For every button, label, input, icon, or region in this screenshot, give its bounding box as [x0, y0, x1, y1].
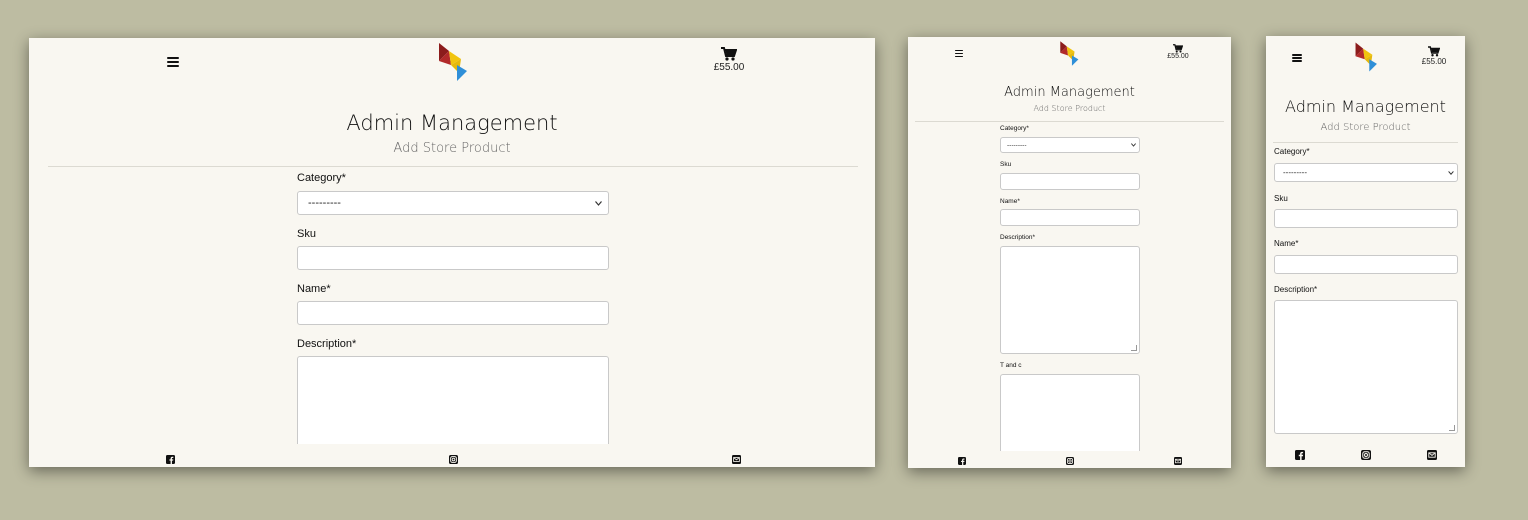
facebook-icon: [165, 454, 175, 464]
name-input[interactable]: [297, 301, 609, 325]
cart-total: £55.00: [1421, 57, 1447, 66]
chevron-down-icon: [1131, 143, 1136, 147]
menu-toggle-button[interactable]: [1292, 54, 1302, 62]
cart-total: £55.00: [1167, 53, 1189, 60]
cart-link[interactable]: £55.00: [1418, 46, 1450, 66]
shopping-cart-icon: [721, 47, 737, 61]
facebook-link[interactable]: [165, 454, 175, 464]
category-select[interactable]: ---------: [1000, 137, 1140, 153]
instagram-link[interactable]: [448, 454, 458, 464]
instagram-icon: [1065, 456, 1074, 465]
instagram-icon: [448, 454, 458, 464]
mobile-view: £55.00 Admin Management Add Store Produc…: [1266, 36, 1465, 467]
description-textarea[interactable]: [297, 356, 609, 456]
desktop-view: £55.00 Admin Management Add Store Produc…: [29, 38, 875, 467]
shopping-cart-icon: [1428, 46, 1440, 57]
menu-toggle-button[interactable]: [167, 57, 179, 67]
page-title: Admin Management: [1004, 85, 1135, 100]
chevron-down-icon: [1448, 170, 1454, 175]
category-select[interactable]: ---------: [1274, 163, 1458, 182]
instagram-link[interactable]: [1361, 450, 1371, 460]
site-logo[interactable]: [437, 43, 471, 86]
email-icon: [1173, 456, 1182, 465]
email-link[interactable]: [731, 454, 741, 464]
shopping-cart-icon: [1173, 44, 1183, 53]
section-divider: [48, 166, 858, 167]
bird-logo-icon: [1355, 42, 1377, 72]
name-label: Name*: [1000, 198, 1020, 205]
facebook-icon: [1295, 450, 1305, 460]
bird-logo-icon: [439, 43, 467, 81]
category-selected-value: ---------: [1283, 168, 1307, 177]
name-label: Name*: [297, 283, 331, 295]
facebook-link[interactable]: [1295, 450, 1305, 460]
bird-logo-icon: [1060, 41, 1079, 66]
footer: [29, 444, 875, 467]
tandc-label: T and c: [1000, 362, 1022, 369]
email-icon: [1427, 450, 1437, 460]
page-title: Admin Management: [1285, 97, 1446, 116]
description-textarea[interactable]: [1000, 246, 1140, 354]
chevron-down-icon: [595, 200, 602, 206]
section-divider: [915, 121, 1224, 122]
email-link[interactable]: [1427, 450, 1437, 460]
page-subtitle: Add Store Product: [1033, 104, 1106, 113]
name-input[interactable]: [1000, 209, 1140, 226]
category-label: Category*: [297, 172, 346, 184]
sku-label: Sku: [1000, 161, 1012, 168]
site-logo[interactable]: [1354, 42, 1380, 77]
sku-input[interactable]: [1000, 173, 1140, 190]
name-input[interactable]: [1274, 255, 1458, 274]
name-label: Name*: [1274, 239, 1299, 248]
category-selected-value: ---------: [1007, 141, 1027, 149]
footer: [908, 451, 1231, 468]
footer: [1266, 444, 1465, 467]
category-label: Category*: [1000, 125, 1029, 132]
page-subtitle: Add Store Product: [393, 141, 511, 156]
section-divider: [1273, 142, 1458, 143]
page-title: Admin Management: [346, 111, 558, 135]
sku-input[interactable]: [297, 246, 609, 270]
cart-link[interactable]: £55.00: [1163, 44, 1193, 60]
category-selected-value: ---------: [308, 197, 341, 209]
instagram-link[interactable]: [1065, 456, 1074, 465]
category-select[interactable]: ---------: [297, 191, 609, 215]
sku-label: Sku: [297, 228, 316, 240]
menu-toggle-button[interactable]: [955, 50, 963, 57]
tablet-view: £55.00 Admin Management Add Store Produc…: [908, 37, 1231, 468]
instagram-icon: [1361, 450, 1371, 460]
cart-total: £55.00: [713, 62, 745, 73]
sku-label: Sku: [1274, 194, 1288, 203]
email-link[interactable]: [1173, 456, 1182, 465]
cart-link[interactable]: £55.00: [707, 47, 751, 73]
description-label: Description*: [297, 338, 357, 350]
description-label: Description*: [1000, 234, 1036, 241]
description-textarea[interactable]: [1274, 300, 1458, 434]
category-label: Category*: [1274, 147, 1310, 156]
description-label: Description*: [1274, 285, 1318, 294]
facebook-link[interactable]: [957, 456, 966, 465]
email-icon: [731, 454, 741, 464]
sku-input[interactable]: [1274, 209, 1458, 228]
facebook-icon: [957, 456, 966, 465]
site-logo[interactable]: [1059, 41, 1081, 71]
page-subtitle: Add Store Product: [1320, 122, 1411, 133]
